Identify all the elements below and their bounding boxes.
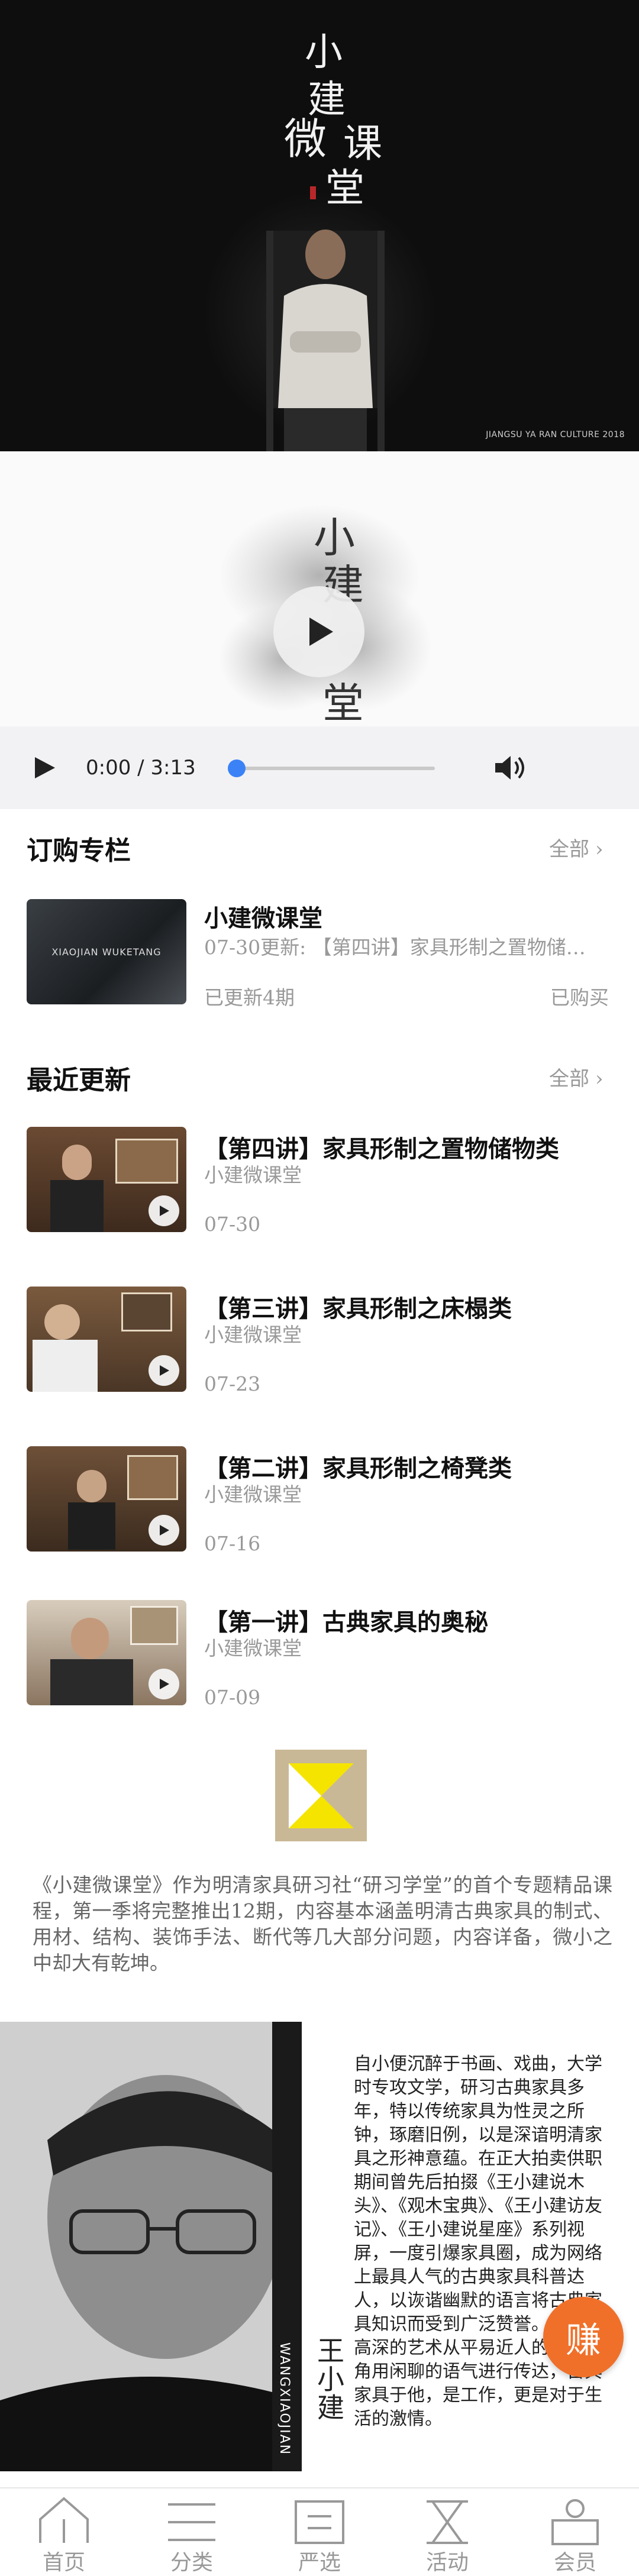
lesson-date: 07-30	[204, 1213, 261, 1236]
all-link-label: 全部	[549, 838, 589, 861]
chevron-right-icon: ›	[595, 838, 604, 861]
tab-label: 首页	[42, 2551, 85, 2575]
activity-icon	[427, 2500, 468, 2544]
progress-knob[interactable]	[228, 759, 246, 777]
purchased-badge: 已购买	[550, 986, 609, 1009]
home-icon	[39, 2497, 89, 2543]
hero-banner: 小 建 微 课 堂 JIANGSU YA RAN CULTURE 2018	[0, 0, 639, 451]
video-controls: 0:00 / 3:13	[0, 726, 639, 809]
lesson-source: 小建微课堂	[204, 1163, 302, 1187]
play-icon	[149, 1195, 179, 1226]
subscription-count: 已更新4期	[204, 986, 295, 1009]
svg-text:课: 课	[343, 121, 382, 166]
tab-home[interactable]: 首页	[0, 2488, 128, 2576]
play-icon	[309, 618, 333, 646]
play-button[interactable]	[273, 586, 364, 677]
list-item[interactable]: 【第二讲】家具形制之椅凳类 小建微课堂 07-16	[0, 1446, 639, 1559]
earn-button[interactable]: 赚	[543, 2297, 624, 2377]
lesson-thumbnail	[27, 1600, 186, 1705]
lesson-source: 小建微课堂	[204, 1637, 302, 1660]
svg-text:堂: 堂	[325, 165, 364, 211]
list-item[interactable]: 【第一讲】古典家具的奥秘 小建微课堂 07-09	[0, 1600, 639, 1712]
subscriptions-all-link[interactable]: 全部 ›	[549, 833, 604, 862]
tab-category[interactable]: 分类	[128, 2488, 256, 2576]
lesson-date: 07-09	[204, 1686, 261, 1709]
lesson-date: 07-16	[204, 1532, 261, 1555]
subscription-item[interactable]: XIAOJIAN WUKETANG 小建微课堂 07-30更新: 【第四讲】家具…	[0, 893, 639, 1011]
lesson-thumbnail	[27, 1446, 186, 1552]
bio-pinyin: WANGXIAOJIAN	[277, 2342, 292, 2456]
progress-track[interactable]	[237, 767, 435, 770]
svg-text:小: 小	[305, 31, 343, 75]
svg-text:堂: 堂	[322, 679, 364, 723]
tab-label: 严选	[298, 2551, 341, 2575]
subscription-update: 07-30更新: 【第四讲】家具形制之置物储…	[204, 936, 586, 959]
hero-credit: JIANGSU YA RAN CULTURE 2018	[486, 430, 625, 439]
bottom-tab-bar: 首页 分类 严选 活动 会员	[0, 2487, 639, 2576]
subscriptions-title: 订购专栏	[27, 836, 131, 866]
time-display: 0:00 / 3:13	[86, 756, 196, 780]
recent-title: 最近更新	[27, 1065, 131, 1095]
brand-logo	[275, 1750, 367, 1841]
chevron-right-icon: ›	[595, 1067, 604, 1091]
tab-activity[interactable]: 活动	[383, 2488, 511, 2576]
play-icon	[149, 1515, 179, 1546]
play-icon	[149, 1355, 179, 1386]
subscription-thumbnail: XIAOJIAN WUKETANG	[27, 899, 186, 1004]
bio-name: 王小建	[313, 2336, 345, 2422]
tab-label: 会员	[553, 2551, 596, 2575]
list-item[interactable]: 【第四讲】家具形制之置物储物类 小建微课堂 07-30	[0, 1127, 639, 1239]
calligraphy-title: 小 建 微 课 堂	[284, 31, 382, 211]
course-intro: 《小建微课堂》作为明清家具研习社“研习学堂”的首个专题精品课程，第一季将完整推出…	[33, 1873, 612, 1974]
list-item[interactable]: 【第三讲】家具形制之床榻类 小建微课堂 07-23	[0, 1287, 639, 1399]
tab-member[interactable]: 会员	[511, 2488, 639, 2576]
video-player[interactable]: 小 建 堂	[0, 451, 639, 726]
selection-icon	[295, 2500, 344, 2544]
tab-label: 分类	[170, 2551, 213, 2575]
volume-icon[interactable]	[494, 755, 527, 781]
category-icon	[168, 2503, 215, 2541]
seated-figure-image	[266, 230, 385, 451]
lesson-source: 小建微课堂	[204, 1483, 302, 1506]
member-icon	[551, 2499, 599, 2545]
lesson-thumbnail	[27, 1127, 186, 1232]
svg-text:微: 微	[284, 114, 327, 164]
lesson-thumbnail	[27, 1287, 186, 1392]
svg-text:小: 小	[314, 513, 355, 562]
tab-selection[interactable]: 严选	[256, 2488, 383, 2576]
lesson-date: 07-23	[204, 1372, 261, 1395]
lesson-source: 小建微课堂	[204, 1323, 302, 1346]
tab-label: 活动	[425, 2551, 469, 2575]
play-icon	[149, 1669, 179, 1699]
play-small-icon[interactable]	[33, 756, 56, 780]
portrait-image	[0, 2022, 302, 2471]
all-link-label: 全部	[549, 1067, 589, 1091]
recent-all-link[interactable]: 全部 ›	[549, 1062, 604, 1091]
subscription-title: 小建微课堂	[204, 904, 322, 932]
